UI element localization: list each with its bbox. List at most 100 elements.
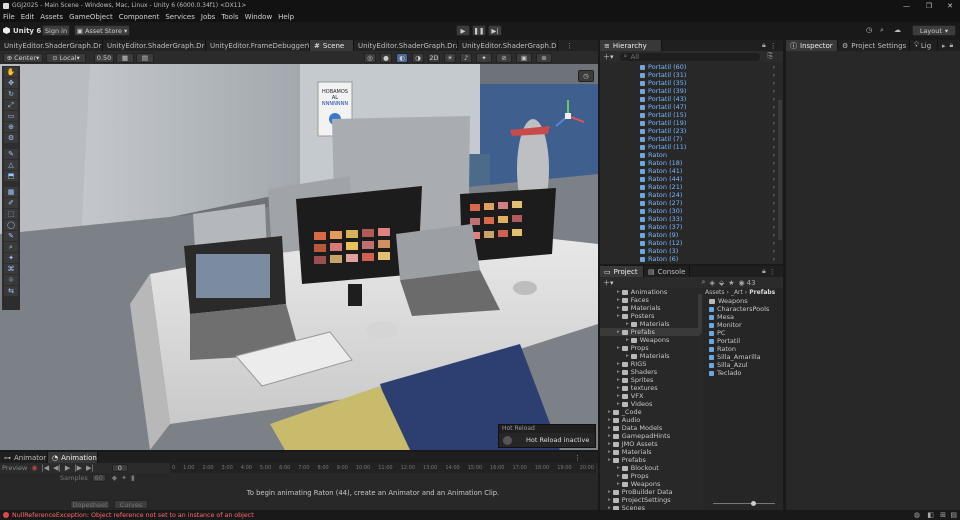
brush-tool-icon[interactable]: ✎ [4,231,18,241]
hierarchy-item[interactable]: Raton (37) › [600,223,783,231]
chevron-right-icon[interactable]: › [773,224,775,231]
menu-tools[interactable]: Tools [218,13,241,21]
expand-arrow-icon[interactable]: ▸ [626,321,629,327]
hierarchy-item[interactable]: Portatil (11) › [600,143,783,151]
samples-field[interactable]: 60 [91,474,106,482]
add-event-icon[interactable]: ▮ [131,474,135,482]
folder-tree-item[interactable]: ▸ Audio [600,416,700,424]
tab-inspector[interactable]: ⓘ Inspector [786,40,838,51]
extrude-tool-icon[interactable]: ⬒ [4,171,18,181]
chevron-right-icon[interactable]: › [773,176,775,183]
chevron-right-icon[interactable]: › [773,168,775,175]
folder-tree-item[interactable]: ▸ RIGS [600,360,700,368]
menu-help[interactable]: Help [275,13,297,21]
search-icon[interactable]: ⌕ [880,26,884,35]
hierarchy-item[interactable]: Raton (18) › [600,159,783,167]
hierarchy-scrollbar[interactable] [778,100,782,240]
audio-toggle-icon[interactable]: ♪ [460,52,472,63]
chevron-right-icon[interactable]: › [773,96,775,103]
folder-tree-item[interactable]: ▸ Prefabs [600,456,700,464]
menu-edit[interactable]: Edit [18,13,38,21]
unity-account-button[interactable]: Unity 6 [3,25,41,36]
breadcrumb-art[interactable]: _Art [731,289,743,296]
favorite-icon[interactable]: ★ [728,279,734,287]
play-button[interactable]: ▶ [456,25,470,36]
chevron-right-icon[interactable]: › [773,192,775,199]
camera-mode-button[interactable]: ◷ [578,70,594,82]
tab-animator[interactable]: ⊶ Animator [0,452,48,463]
lock-icon[interactable]: 🔒︎ [762,41,766,50]
folder-tree-item[interactable]: ▸ Prefabs [600,328,700,336]
folder-tree-item[interactable]: ▸ Data Models [600,424,700,432]
first-key-icon[interactable]: |◀ [41,464,49,472]
folder-tree-item[interactable]: ▸ Props [600,344,700,352]
expand-arrow-icon[interactable]: ▸ [617,481,620,487]
pause-button[interactable]: ❚❚ [472,25,486,36]
rotate-tool-icon[interactable]: ↻ [4,89,18,99]
more-menu-icon[interactable]: ⋮ [769,268,776,276]
tab-shadergraph-4[interactable]: UnityEditor.ShaderGraph.Drawin [458,40,558,51]
cloud-icon[interactable]: ☁ [894,26,901,34]
grid-tool-icon[interactable]: ▦ [4,187,18,197]
grid-snap-field[interactable]: 0.50 [94,52,114,63]
shaded-icon[interactable]: ● [380,52,392,63]
folder-tree-item[interactable]: ▸ Sprites [600,376,700,384]
hierarchy-item[interactable]: Portatil (15) › [600,111,783,119]
hierarchy-item[interactable]: Raton (9) › [600,231,783,239]
hierarchy-item[interactable]: Portatil (60) › [600,63,783,71]
snap-tool-icon[interactable]: ⌘ [4,264,18,274]
play-icon[interactable]: ▶ [65,464,70,472]
more-menu-icon[interactable]: ⋮ [566,42,573,50]
expand-arrow-icon[interactable]: ▸ [617,305,620,311]
add-key-icon[interactable]: ✦ [121,474,127,482]
expand-arrow-icon[interactable]: ▸ [608,417,611,423]
chevron-right-icon[interactable]: › [773,80,775,87]
more-menu-icon[interactable]: ⋮ [770,42,777,50]
lit-icon[interactable]: ◐ [396,52,408,63]
zoom-tool-icon[interactable]: ⌕ [4,242,18,252]
asset-item[interactable]: Silla_Amarilla [709,353,783,361]
asset-item[interactable]: CharactersPools [709,305,783,313]
chevron-right-icon[interactable]: › [773,64,775,71]
scale-tool-icon[interactable]: ⤢ [4,100,18,110]
chevron-right-icon[interactable]: › [773,208,775,215]
chevron-right-icon[interactable]: › [773,160,775,167]
filter-label-icon[interactable]: ⬙ [719,279,724,287]
add-icon[interactable]: ＋▾ [603,52,614,62]
sphere-tool-icon[interactable]: ◯ [4,220,18,230]
filter-type-icon[interactable]: ◈ [709,279,714,287]
folder-tree-item[interactable]: ▸ GamepadHints [600,432,700,440]
expand-arrow-icon[interactable]: ▸ [608,409,611,415]
hierarchy-item[interactable]: Portatil (43) › [600,95,783,103]
asset-item[interactable]: Mesa [709,313,783,321]
chevron-right-icon[interactable]: › [773,120,775,127]
chevron-right-icon[interactable]: › [773,256,775,263]
expand-arrow-icon[interactable]: ▸ [617,329,620,335]
curves-button[interactable]: Curves [114,500,148,509]
expand-arrow-icon[interactable]: ▸ [608,441,611,447]
folder-tree-item[interactable]: ▸ Materials [600,320,700,328]
effects-icon[interactable]: ✦ [476,52,492,63]
scene-visibility-icon[interactable]: ⎘ [768,52,774,61]
expand-arrow-icon[interactable]: ▸ [626,353,629,359]
sign-in-button[interactable]: Sign in [42,25,70,36]
folder-tree-item[interactable]: ▸ _Code [600,408,700,416]
expand-arrow-icon[interactable]: ▸ [617,401,620,407]
expand-arrow-icon[interactable]: ▸ [608,457,611,463]
hierarchy-item[interactable]: Portatil (35) › [600,79,783,87]
hierarchy-item[interactable]: Raton (33) › [600,215,783,223]
folder-tree-item[interactable]: ▸ Materials [600,304,700,312]
preview-toggle[interactable]: Preview [2,464,27,472]
hot-reload-row[interactable]: Hot Reload inactive [499,433,595,447]
tab-shadergraph-3[interactable]: UnityEditor.ShaderGraph.Drawin [354,40,458,51]
folder-tree-item[interactable]: ▸ Weapons [600,480,700,488]
hierarchy-item[interactable]: Portatil (47) › [600,103,783,111]
move-tool-icon[interactable]: ✥ [4,78,18,88]
timeline-ruler[interactable]: 0 1:00 2:00 3:00 4:00 5:00 6:00 7:00 8:00 9:00 10:… [170,463,596,473]
menu-assets[interactable]: Assets [37,13,66,21]
tab-scene[interactable]: # Scene [310,40,354,51]
folder-tree-item[interactable]: ▸ Shaders [600,368,700,376]
lock-icon[interactable]: 🔒︎ [950,41,954,50]
notification-icon[interactable]: ◧ [927,511,934,519]
expand-arrow-icon[interactable]: ▸ [617,377,620,383]
